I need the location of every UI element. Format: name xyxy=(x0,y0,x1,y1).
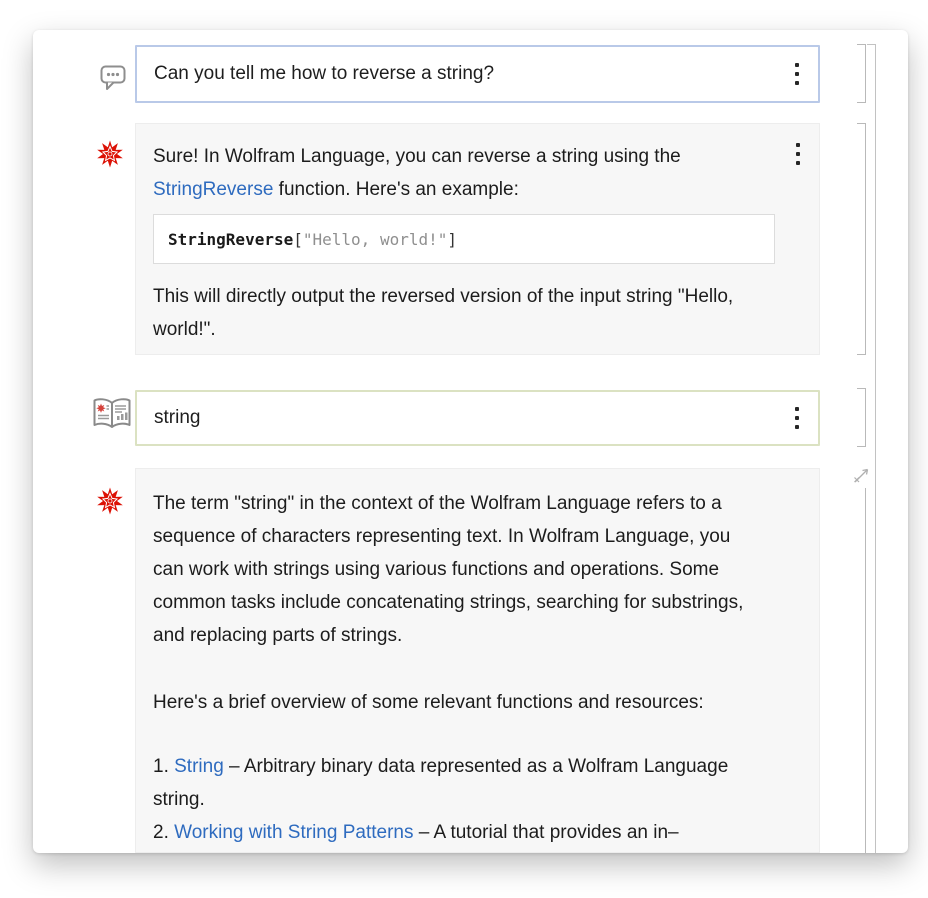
lookup-input-cell[interactable]: string xyxy=(135,390,820,446)
documentation-book-icon[interactable] xyxy=(91,396,133,439)
list-number: 1. xyxy=(153,756,174,777)
code-open-bracket: [ xyxy=(293,230,303,249)
kebab-dot xyxy=(796,152,800,156)
response-text: function. Here's an example: xyxy=(273,179,518,200)
lookup-input-text[interactable]: string xyxy=(137,407,200,429)
chat-input-cell[interactable]: Can you tell me how to reverse a string? xyxy=(135,45,820,103)
assistant-response-cell: The term "string" in the context of the … xyxy=(135,468,820,853)
cell-pending-marker-icon xyxy=(852,466,872,491)
wolfram-spikey-icon xyxy=(96,487,124,520)
chat-notebook-window: Can you tell me how to reverse a string?… xyxy=(33,30,908,853)
assistant-paragraph: This will directly output the reversed v… xyxy=(153,280,765,346)
assistant-response-cell: Sure! In Wolfram Language, you can rever… xyxy=(135,123,820,355)
kebab-dot xyxy=(795,416,799,420)
code-function-name: StringReverse xyxy=(168,230,293,249)
list-number: 2. xyxy=(153,822,174,843)
assistant-paragraph: Sure! In Wolfram Language, you can rever… xyxy=(153,140,753,206)
chat-input-text[interactable]: Can you tell me how to reverse a string? xyxy=(137,63,494,85)
chat-bubble-icon[interactable] xyxy=(97,60,129,97)
kebab-dot xyxy=(795,63,799,67)
cell-bracket[interactable] xyxy=(857,44,866,103)
code-string-argument: "Hello, world!" xyxy=(303,230,448,249)
kebab-dot xyxy=(796,161,800,165)
stringreverse-doc-link[interactable]: StringReverse xyxy=(153,179,273,200)
string-patterns-tutorial-link[interactable]: Working with String Patterns xyxy=(174,822,413,843)
code-close-bracket: ] xyxy=(447,230,457,249)
kebab-menu-icon[interactable] xyxy=(792,404,802,432)
screen: Can you tell me how to reverse a string?… xyxy=(0,0,928,898)
cell-bracket[interactable] xyxy=(857,388,866,447)
string-doc-link[interactable]: String xyxy=(174,756,224,777)
assistant-paragraph: The term "string" in the context of the … xyxy=(153,487,765,652)
kebab-dot xyxy=(795,407,799,411)
list-item: 2. Working with String Patterns – A tuto… xyxy=(153,816,765,849)
resource-list: 1. String – Arbitrary binary data repres… xyxy=(153,750,802,849)
list-item-text: – A tutorial that provides an in– xyxy=(413,822,678,843)
cell-group-bracket[interactable] xyxy=(867,44,876,853)
kebab-dot xyxy=(795,81,799,85)
wolfram-spikey-icon xyxy=(96,140,124,173)
assistant-paragraph: Here's a brief overview of some relevant… xyxy=(153,686,765,719)
code-input-block[interactable]: StringReverse["Hello, world!"] xyxy=(153,214,775,264)
list-item-text: – Arbitrary binary data represented as a… xyxy=(153,756,728,810)
kebab-menu-icon[interactable] xyxy=(792,60,802,88)
list-item: 1. String – Arbitrary binary data repres… xyxy=(153,750,765,816)
kebab-menu-icon[interactable] xyxy=(793,140,803,168)
kebab-dot xyxy=(796,143,800,147)
kebab-dot xyxy=(795,425,799,429)
cell-bracket[interactable] xyxy=(857,123,866,355)
response-text: Sure! In Wolfram Language, you can rever… xyxy=(153,146,681,167)
kebab-dot xyxy=(795,72,799,76)
cell-bracket[interactable] xyxy=(857,488,866,853)
